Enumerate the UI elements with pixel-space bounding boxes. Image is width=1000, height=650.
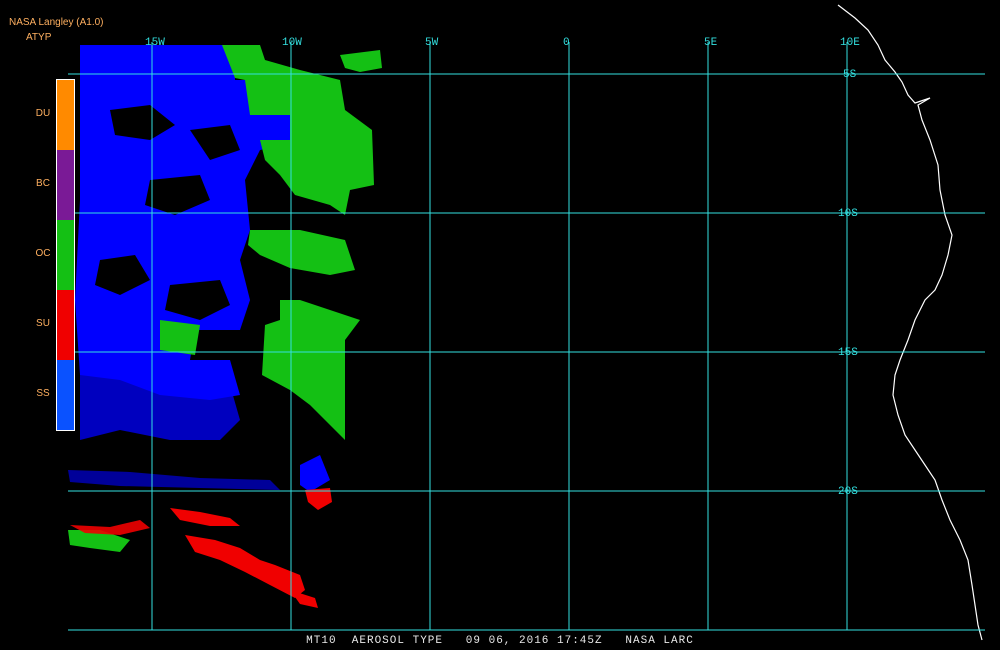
legend-swatch-su [57,290,74,360]
lat-label: 15S [838,347,858,359]
lat-label: 5S [843,69,857,81]
lat-label: 10S [838,208,858,220]
legend-swatch-bc [57,150,74,220]
lon-label: 0 [563,37,570,49]
lon-label: 10E [840,37,860,49]
header-product: ATYP [26,32,52,43]
header-title: NASA Langley (A1.0) [9,17,104,28]
lon-label: 10W [282,37,302,49]
legend-label-ss: SS [36,388,50,399]
legend-colorbar [56,79,75,431]
aerosol-map: 15W 10W 5W 0 5E 10E 5S 10S 15S 20S [0,0,1000,650]
lon-label: 5W [425,37,439,49]
lat-label: 20S [838,486,858,498]
lon-label: 5E [704,37,718,49]
legend-swatch-ss [57,360,74,430]
legend-label-su: SU [36,318,50,329]
lon-label: 15W [145,37,165,49]
legend-label-du: DU [35,108,51,119]
legend-label-oc: OC [35,248,51,259]
legend-label-bc: BC [36,178,50,189]
legend-swatch-du [57,80,74,150]
legend-swatch-oc [57,220,74,290]
footer-caption: MT10 AEROSOL TYPE 09 06, 2016 17:45Z NAS… [306,635,694,647]
